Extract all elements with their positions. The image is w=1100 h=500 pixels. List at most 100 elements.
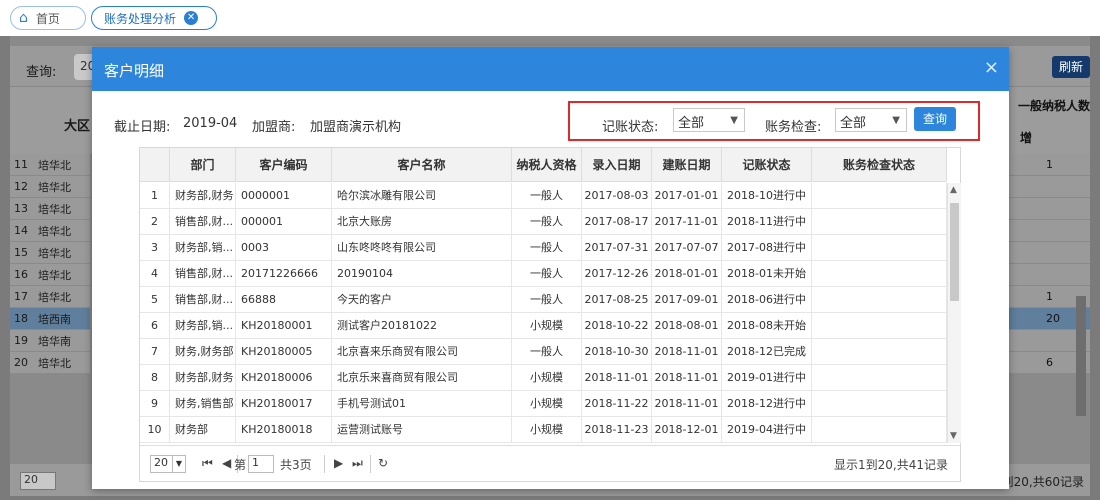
background-row[interactable]: 18 培西南 — [10, 308, 90, 330]
col-index-cell: 5 — [140, 287, 170, 313]
col-customer-code-cell: 0000001 — [236, 183, 332, 209]
col-customer-name-cell: 测试客户20181022 — [332, 313, 512, 339]
col-account-check-status-cell — [812, 391, 947, 417]
col-account-check-status-cell — [812, 209, 947, 235]
row-number: 17 — [14, 290, 28, 303]
table-row[interactable]: 7 财务,财务部 KH20180005 北京喜来乐商贸有限公司 一般人 2018-10-3… — [140, 339, 947, 365]
col-bookkeeping-status-header[interactable]: 记账状态 — [722, 148, 812, 182]
last-page-icon[interactable]: ⏭ — [352, 456, 363, 471]
col-entry-date-cell: 2018-10-30 — [582, 339, 652, 365]
col-taxpayer-type-header[interactable]: 纳税人资格 — [512, 148, 582, 182]
col-taxpayer-type-cell: 小规模 — [512, 365, 582, 391]
col-bookkeeping-status-cell: 2017-08进行中 — [722, 235, 812, 261]
prev-page-icon[interactable]: ◀ — [222, 456, 231, 470]
col-entry-date-header[interactable]: 录入日期 — [582, 148, 652, 182]
next-page-icon[interactable]: ▶ — [334, 456, 343, 470]
col-setup-date-cell: 2018-08-01 — [652, 313, 722, 339]
col-bookkeeping-status-cell: 2018-06进行中 — [722, 287, 812, 313]
tab-home[interactable]: ⌂ 首页 — [10, 6, 86, 30]
table-row[interactable]: 8 财务部,财务 KH20180006 北京乐来喜商贸有限公司 小规模 2018-11-0… — [140, 365, 947, 391]
col-setup-date-header[interactable]: 建账日期 — [652, 148, 722, 182]
page-input[interactable]: 1 — [248, 455, 274, 473]
col-customer-code-cell: 66888 — [236, 287, 332, 313]
col-customer-code-cell: KH20180006 — [236, 365, 332, 391]
background-scrollbar[interactable] — [1076, 296, 1086, 416]
bookkeeping-status-select[interactable]: 全部 ▼ — [673, 108, 745, 132]
row-region: 培华北 — [38, 158, 71, 172]
col-department-header[interactable]: 部门 — [170, 148, 236, 182]
background-row[interactable]: 16 培华北 — [10, 264, 90, 286]
pager-info: 显示1到20,共41记录 — [834, 458, 948, 472]
row-taxpayer-count: 1 — [1008, 154, 1090, 176]
background-row[interactable]: 15 培华北 — [10, 242, 90, 264]
col-department-cell: 财务,销售部 — [170, 391, 236, 417]
scroll-up-icon[interactable]: ▲ — [950, 185, 957, 195]
col-bookkeeping-status-cell: 2018-11进行中 — [722, 209, 812, 235]
close-tab-icon[interactable]: ✕ — [184, 11, 199, 25]
col-account-check-status-header[interactable]: 账务检查状态 — [812, 148, 947, 182]
account-check-select[interactable]: 全部 ▼ — [835, 108, 907, 132]
tab-account-analysis[interactable]: 账务处理分析 ✕ — [91, 6, 217, 30]
background-row[interactable]: 20 培华北 — [10, 352, 90, 374]
col-index-cell: 10 — [140, 417, 170, 443]
table-row[interactable]: 9 财务,销售部 KH20180017 手机号测试01 小规模 2018-11-22 201… — [140, 391, 947, 417]
table-row[interactable]: 1 财务部,财务 0000001 哈尔滨冰雕有限公司 一般人 2017-08-03 2017… — [140, 183, 947, 209]
background-row[interactable]: 11 培华北 — [10, 154, 90, 176]
col-bookkeeping-status-cell: 2019-01进行中 — [722, 365, 812, 391]
cutoff-value: 2019-04 — [183, 116, 238, 131]
table-scrollbar[interactable]: ▲ ▼ — [947, 183, 961, 443]
table-row[interactable]: 10 财务部 KH20180018 运营测试账号 小规模 2018-11-23 2018-1… — [140, 417, 947, 443]
background-row[interactable]: 13 培华北 — [10, 198, 90, 220]
col-customer-name-cell: 北京大账房 — [332, 209, 512, 235]
col-bookkeeping-status-cell: 2018-01未开始 — [722, 261, 812, 287]
col-setup-date-cell: 2018-01-01 — [652, 261, 722, 287]
col-setup-date-cell: 2017-11-01 — [652, 209, 722, 235]
col-setup-date-cell: 2018-12-01 — [652, 417, 722, 443]
col-customer-name-cell: 今天的客户 — [332, 287, 512, 313]
col-customer-name-cell: 哈尔滨冰雕有限公司 — [332, 183, 512, 209]
account-check-value: 全部 — [840, 116, 867, 131]
table-row[interactable]: 4 销售部,财... 20171226666 20190104 一般人 2017-12-2… — [140, 261, 947, 287]
col-department-cell: 财务部,销... — [170, 313, 236, 339]
col-setup-date-cell: 2017-01-01 — [652, 183, 722, 209]
row-taxpayer-count — [1008, 176, 1090, 198]
table-row[interactable]: 3 财务部,销... 0003 山东咚咚咚有限公司 一般人 2017-07-31 2017-… — [140, 235, 947, 261]
table-row[interactable]: 2 销售部,财... 000001 北京大账房 一般人 2017-08-17 2017-11… — [140, 209, 947, 235]
refresh-button[interactable]: 刷新 — [1052, 56, 1090, 78]
row-region: 培华北 — [38, 224, 71, 238]
row-number: 15 — [14, 246, 28, 259]
col-taxpayer-type-cell: 一般人 — [512, 339, 582, 365]
col-customer-code-cell: KH20180017 — [236, 391, 332, 417]
col-new: 增 — [1020, 131, 1033, 145]
close-icon[interactable]: × — [984, 59, 999, 77]
col-setup-date-cell: 2017-09-01 — [652, 287, 722, 313]
col-customer-name-cell: 手机号测试01 — [332, 391, 512, 417]
franchise-label: 加盟商: — [252, 120, 296, 135]
col-index-cell: 4 — [140, 261, 170, 287]
page-size-value: 20 — [154, 456, 168, 469]
col-index-header[interactable] — [140, 148, 170, 182]
col-department-cell: 财务部 — [170, 417, 236, 443]
col-customer-name-header[interactable]: 客户名称 — [332, 148, 512, 182]
reload-icon[interactable]: ↻ — [378, 456, 388, 470]
background-row[interactable]: 17 培华北 — [10, 286, 90, 308]
col-taxpayer-type-cell: 一般人 — [512, 235, 582, 261]
query-button[interactable]: 查询 — [914, 107, 956, 131]
col-customer-code-header[interactable]: 客户编码 — [236, 148, 332, 182]
background-page-size[interactable]: 20 — [20, 472, 56, 490]
row-region: 培华北 — [38, 290, 71, 304]
scroll-down-icon[interactable]: ▼ — [950, 431, 957, 441]
col-index-cell: 3 — [140, 235, 170, 261]
col-index-cell: 8 — [140, 365, 170, 391]
table-row[interactable]: 5 销售部,财... 66888 今天的客户 一般人 2017-08-25 2017-09-… — [140, 287, 947, 313]
background-row[interactable]: 14 培华北 — [10, 220, 90, 242]
page-size-select[interactable]: 20 ▼ — [150, 455, 186, 473]
query-label: 查询: — [26, 65, 57, 80]
col-taxpayer-type-cell: 小规模 — [512, 313, 582, 339]
scroll-thumb[interactable] — [950, 203, 959, 301]
table-row[interactable]: 6 财务部,销... KH20180001 测试客户20181022 小规模 2018-1… — [140, 313, 947, 339]
page-prefix: 第 — [234, 458, 247, 472]
first-page-icon[interactable]: ⏮ — [202, 456, 213, 471]
background-row[interactable]: 19 培华南 — [10, 330, 90, 352]
background-row[interactable]: 12 培华北 — [10, 176, 90, 198]
